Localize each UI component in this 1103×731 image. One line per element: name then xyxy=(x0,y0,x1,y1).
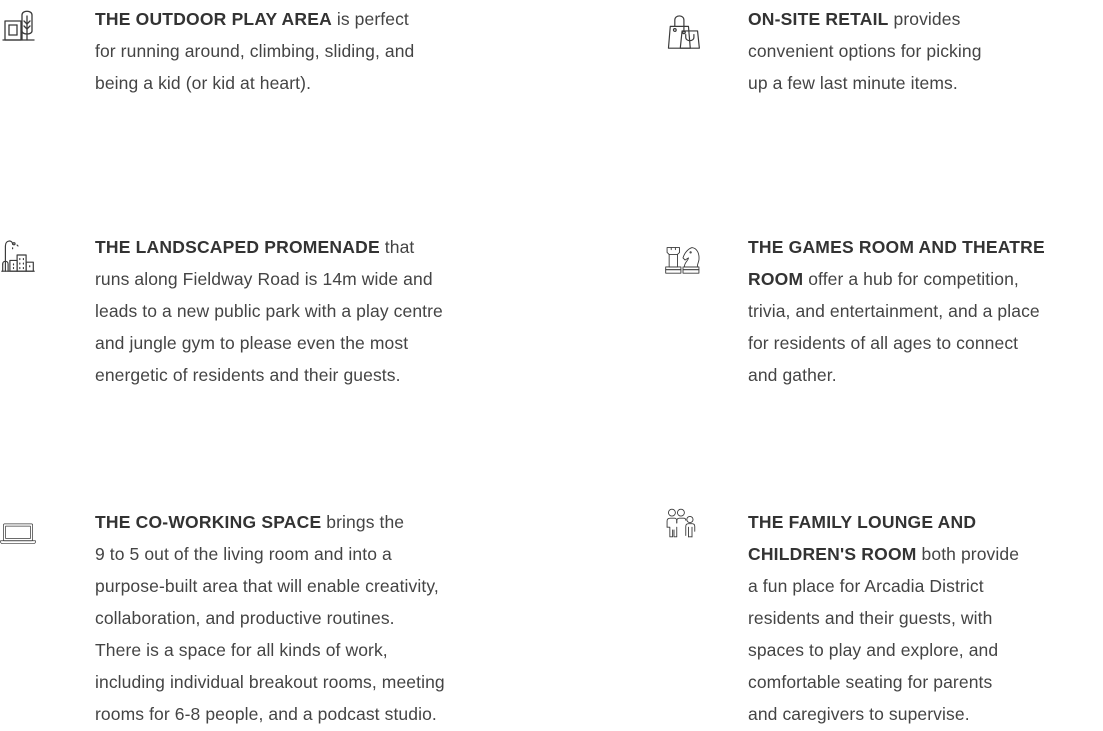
laptop-icon xyxy=(0,514,36,554)
family-icon xyxy=(665,503,701,543)
city-park-icon xyxy=(0,235,36,275)
feature-title-continued: ROOM xyxy=(748,269,804,289)
feature-description: THE LANDSCAPED PROMENADE that runs along… xyxy=(95,237,443,385)
feature-on-site-retail: ON-SITE RETAIL provides convenient optio… xyxy=(665,0,1103,130)
feature-landscaped-promenade: THE LANDSCAPED PROMENADE that runs along… xyxy=(0,228,540,408)
feature-description: THE FAMILY LOUNGE AND CHILDREN'S ROOM bo… xyxy=(748,512,1020,724)
feature-description: THE CO-WORKING SPACE brings the 9 to 5 o… xyxy=(95,512,445,724)
feature-family-lounge: THE FAMILY LOUNGE AND CHILDREN'S ROOM bo… xyxy=(665,503,1103,731)
feature-title: ON-SITE RETAIL xyxy=(748,9,889,29)
feature-games-room: THE GAMES ROOM AND THEATRE ROOM offer a … xyxy=(665,228,1103,408)
feature-title: THE CO-WORKING SPACE xyxy=(95,512,322,532)
shopping-bags-icon xyxy=(665,10,701,50)
feature-title-continued: CHILDREN'S ROOM xyxy=(748,544,917,564)
feature-description: ON-SITE RETAIL provides convenient optio… xyxy=(748,9,982,93)
feature-title: THE LANDSCAPED PROMENADE xyxy=(95,237,380,257)
chess-pieces-icon xyxy=(665,240,701,280)
feature-title: THE GAMES ROOM AND THEATRE xyxy=(748,237,1045,257)
feature-title: THE OUTDOOR PLAY AREA xyxy=(95,9,332,29)
feature-outdoor-play-area: THE OUTDOOR PLAY AREA is perfect for run… xyxy=(0,0,540,130)
feature-title: THE FAMILY LOUNGE AND xyxy=(748,512,977,532)
feature-description: THE GAMES ROOM AND THEATRE ROOM offer a … xyxy=(748,237,1045,385)
feature-description: THE OUTDOOR PLAY AREA is perfect for run… xyxy=(95,9,415,93)
feature-co-working-space: THE CO-WORKING SPACE brings the 9 to 5 o… xyxy=(0,503,540,731)
play-area-icon xyxy=(0,7,36,47)
